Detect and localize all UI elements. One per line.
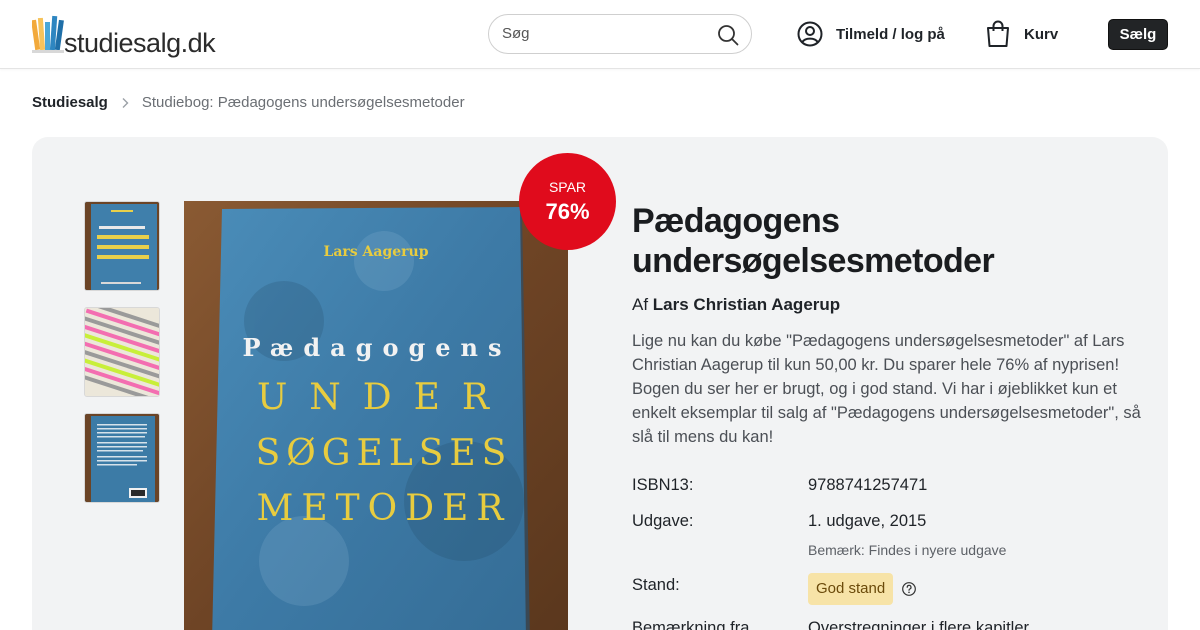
- breadcrumb-current: Studiebog: Pædagogens undersøgelsesmetod…: [141, 94, 465, 111]
- discount-percent: 76%: [545, 199, 590, 224]
- logo-text-tld: .dk: [180, 28, 216, 58]
- condition-badge: God stand: [808, 573, 894, 605]
- edition-note: Bemærk: Findes i nyere udgave: [808, 542, 1007, 558]
- thumbnail-highlighted-pages[interactable]: [84, 307, 160, 397]
- question-circle-icon[interactable]: [901, 581, 917, 597]
- thumbnail-cover-image: [85, 202, 159, 290]
- discount-badge: SPAR 76%: [519, 153, 616, 250]
- author-by-label: Af: [632, 295, 649, 314]
- product-description: Lige nu kan du købe "Pædagogens undersøg…: [632, 332, 1141, 446]
- edition-value: 1. udgave, 2015: [808, 512, 927, 530]
- sell-button[interactable]: Sælg: [1108, 19, 1168, 50]
- user-circle-icon: [797, 21, 823, 47]
- books-logo-icon: [32, 15, 64, 53]
- search-input[interactable]: [502, 25, 702, 42]
- edition-label: Udgave:: [632, 512, 694, 530]
- cart-link[interactable]: Kurv: [984, 19, 1058, 49]
- search-icon[interactable]: [717, 24, 739, 46]
- isbn-value: 9788741257471: [808, 476, 928, 494]
- thumbnail-back-image: [85, 414, 159, 502]
- cover-title-line3: SØGELSES: [255, 433, 513, 474]
- cover-title-line4: METODER: [256, 488, 512, 529]
- cover-author: Lars Aagerup: [323, 244, 429, 260]
- author-name[interactable]: Lars Christian Aagerup: [653, 295, 840, 314]
- product-title-line1: Pædagogens: [632, 202, 840, 240]
- product-main-image[interactable]: Lars Aagerup Pædagogens UNDER SØGELSES M…: [184, 201, 568, 630]
- breadcrumb-home[interactable]: Studiesalg: [32, 94, 108, 111]
- product-author: Af Lars Christian Aagerup: [632, 295, 840, 315]
- login-label: Tilmeld / log på: [836, 25, 945, 43]
- logo-wordmark: studiesalg.dk: [64, 28, 216, 58]
- logo-text-main: studiesalg: [64, 28, 181, 58]
- login-link[interactable]: Tilmeld / log på: [796, 20, 945, 48]
- site-header: studiesalg.dk Tilmeld / log på Kurv Sælg: [0, 0, 1200, 69]
- thumbnail-back-cover[interactable]: [84, 413, 160, 503]
- product-title: Pædagogens undersøgelsesmetoder: [632, 201, 1052, 281]
- remark-value: Overstregninger i flere kapitler: [808, 619, 1030, 630]
- cover-title-line1: Pædagogens: [242, 333, 512, 362]
- thumbnail-cover[interactable]: [84, 201, 160, 291]
- discount-label: SPAR: [548, 179, 587, 195]
- breadcrumb: Studiesalg Studiebog: Pædagogens undersø…: [32, 94, 465, 111]
- remark-label: Bemærkning fra: [632, 619, 750, 630]
- search-box: [488, 14, 752, 54]
- condition-label: Stand:: [632, 576, 680, 594]
- isbn-label: ISBN13:: [632, 476, 694, 494]
- chevron-right-icon: [122, 97, 129, 108]
- shopping-bag-icon: [987, 20, 1009, 47]
- site-logo[interactable]: studiesalg.dk: [32, 12, 216, 58]
- product-title-line2: undersøgelsesmetoder: [632, 242, 995, 280]
- cover-title-line2: UNDER: [256, 377, 512, 418]
- thumbnail-pages-image: [85, 308, 159, 396]
- cart-label: Kurv: [1024, 25, 1059, 43]
